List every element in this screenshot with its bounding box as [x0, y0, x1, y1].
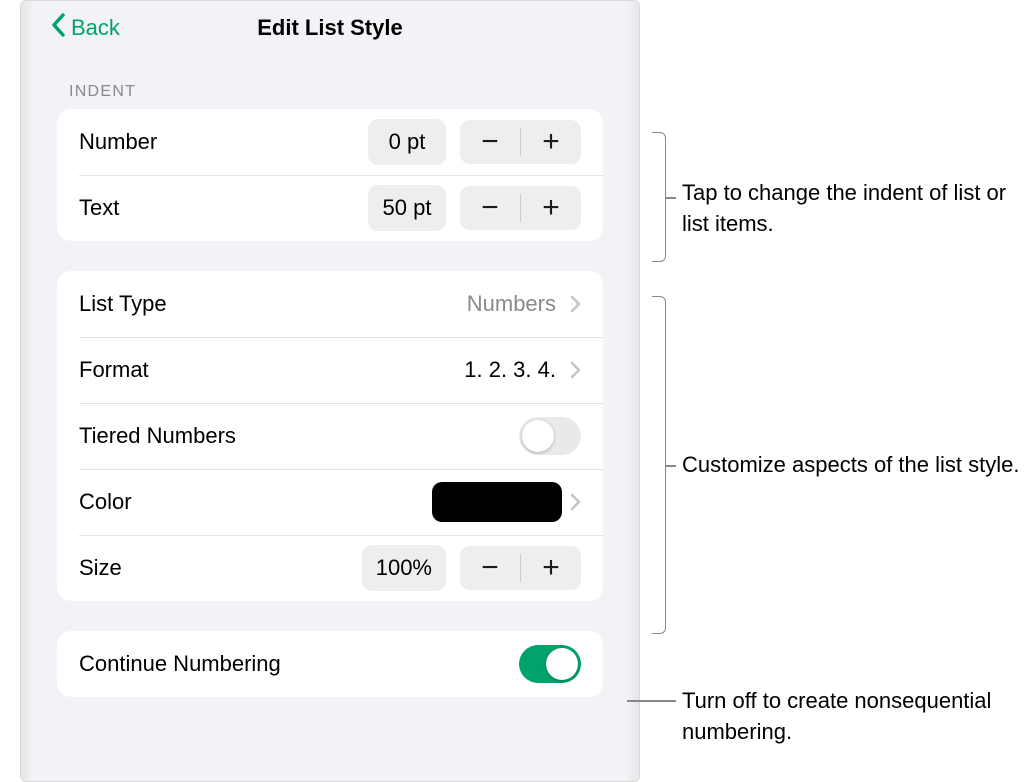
callout-line: [666, 465, 676, 467]
callout-indent: Tap to change the indent of list or list…: [682, 178, 1028, 240]
callout-line: [666, 197, 676, 199]
color-swatch: [432, 482, 562, 522]
indent-number-stepper: − +: [460, 120, 581, 164]
size-value: 100%: [362, 545, 446, 591]
size-decrement-button[interactable]: −: [460, 546, 520, 590]
tiered-numbers-row: Tiered Numbers: [57, 403, 603, 469]
back-button[interactable]: Back: [51, 13, 120, 43]
callout-style: Customize aspects of the list style.: [682, 450, 1019, 481]
indent-number-row: Number 0 pt − +: [57, 109, 603, 175]
chevron-right-icon: [570, 361, 581, 379]
edit-list-style-panel: Back Edit List Style INDENT Number 0 pt …: [20, 0, 640, 782]
callout-bracket: [652, 296, 666, 634]
size-label: Size: [79, 555, 362, 581]
continue-group: Continue Numbering: [57, 631, 603, 697]
tiered-numbers-label: Tiered Numbers: [79, 423, 519, 449]
indent-number-decrement-button[interactable]: −: [460, 120, 520, 164]
size-stepper: − +: [460, 546, 581, 590]
section-header-indent: INDENT: [33, 55, 627, 109]
indent-number-increment-button[interactable]: +: [521, 120, 581, 164]
tiered-numbers-toggle[interactable]: [519, 417, 581, 455]
page-title: Edit List Style: [257, 15, 402, 41]
chevron-left-icon: [51, 13, 71, 43]
format-label: Format: [79, 357, 464, 383]
continue-numbering-toggle[interactable]: [519, 645, 581, 683]
nav-bar: Back Edit List Style: [33, 1, 627, 55]
indent-number-label: Number: [79, 129, 368, 155]
size-row: Size 100% − +: [57, 535, 603, 601]
chevron-right-icon: [570, 295, 581, 313]
indent-text-label: Text: [79, 195, 368, 221]
continue-numbering-row: Continue Numbering: [57, 631, 603, 697]
indent-text-decrement-button[interactable]: −: [460, 186, 520, 230]
chevron-right-icon: [570, 493, 581, 511]
callout-continue: Turn off to create nonsequential numberi…: [682, 686, 1028, 748]
back-label: Back: [71, 15, 120, 41]
indent-text-value: 50 pt: [368, 185, 446, 231]
style-group: List Type Numbers Format 1. 2. 3. 4. Tie…: [57, 271, 603, 601]
indent-text-stepper: − +: [460, 186, 581, 230]
continue-numbering-label: Continue Numbering: [79, 651, 519, 677]
list-type-label: List Type: [79, 291, 467, 317]
color-row[interactable]: Color: [57, 469, 603, 535]
list-type-row[interactable]: List Type Numbers: [57, 271, 603, 337]
format-row[interactable]: Format 1. 2. 3. 4.: [57, 337, 603, 403]
color-label: Color: [79, 489, 432, 515]
list-type-value: Numbers: [467, 291, 556, 317]
format-value: 1. 2. 3. 4.: [464, 357, 556, 383]
indent-group: Number 0 pt − + Text 50 pt − +: [57, 109, 603, 241]
indent-text-row: Text 50 pt − +: [57, 175, 603, 241]
indent-number-value: 0 pt: [368, 119, 446, 165]
callout-bracket: [652, 132, 666, 262]
size-increment-button[interactable]: +: [521, 546, 581, 590]
indent-text-increment-button[interactable]: +: [521, 186, 581, 230]
